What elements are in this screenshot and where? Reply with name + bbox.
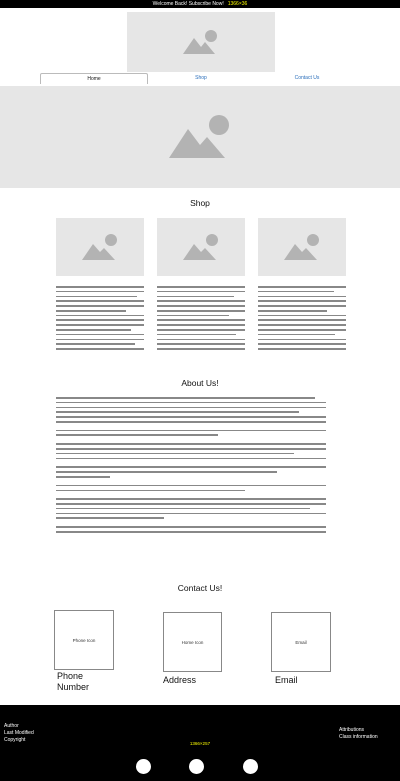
email-icon: Email — [271, 612, 331, 672]
footer-class-info: Class information — [339, 734, 378, 740]
phone-number-label: Phone Number — [57, 671, 90, 692]
home-icon: Home Icon — [163, 612, 222, 672]
social-icon[interactable] — [189, 759, 204, 774]
product-image-placeholder[interactable] — [56, 218, 144, 276]
tab-home[interactable]: Home — [40, 73, 148, 84]
product-image-placeholder[interactable] — [258, 218, 346, 276]
about-title: About Us! — [181, 378, 219, 388]
hero-image-placeholder — [0, 86, 400, 188]
tab-contact-us[interactable]: Contact Us — [254, 73, 360, 84]
tab-shop[interactable]: Shop — [148, 73, 254, 84]
social-icon[interactable] — [243, 759, 258, 774]
product-description-placeholder — [56, 286, 144, 353]
email-label: Email — [275, 675, 298, 685]
announcement-text: Welcome Back! Subscribe Now! — [152, 1, 224, 7]
image-placeholder-icon — [169, 115, 229, 158]
image-placeholder-icon — [183, 234, 218, 260]
shop-title: Shop — [190, 198, 210, 208]
announcement-bar: Welcome Back! Subscribe Now! 1366×36 — [0, 0, 400, 8]
social-icon[interactable] — [136, 759, 151, 774]
image-placeholder-icon — [183, 30, 217, 54]
image-placeholder-icon — [82, 234, 117, 260]
contact-title: Contact Us! — [177, 583, 223, 593]
main-nav: Home Shop Contact Us — [40, 73, 360, 84]
footer-author: Author — [4, 723, 19, 729]
product-description-placeholder — [258, 286, 346, 353]
footer-attributions-line: Attributions — [339, 727, 365, 733]
footer: Author Last Modified Copyright Attributi… — [0, 705, 400, 781]
footer-attributions: Attributions Class information — [339, 727, 378, 741]
dimension-label: 1366×36 — [227, 1, 248, 7]
product-image-placeholder[interactable] — [157, 218, 245, 276]
image-placeholder-icon — [284, 234, 319, 260]
phone-icon: Phone Icon — [54, 610, 114, 670]
product-description-placeholder — [157, 286, 245, 353]
address-label: Address — [163, 675, 197, 685]
header-image-placeholder — [127, 12, 275, 72]
footer-last-modified: Last Modified — [4, 730, 34, 736]
about-text-placeholder — [56, 397, 326, 536]
footer-dimension-label: 1366×257 — [189, 741, 211, 746]
